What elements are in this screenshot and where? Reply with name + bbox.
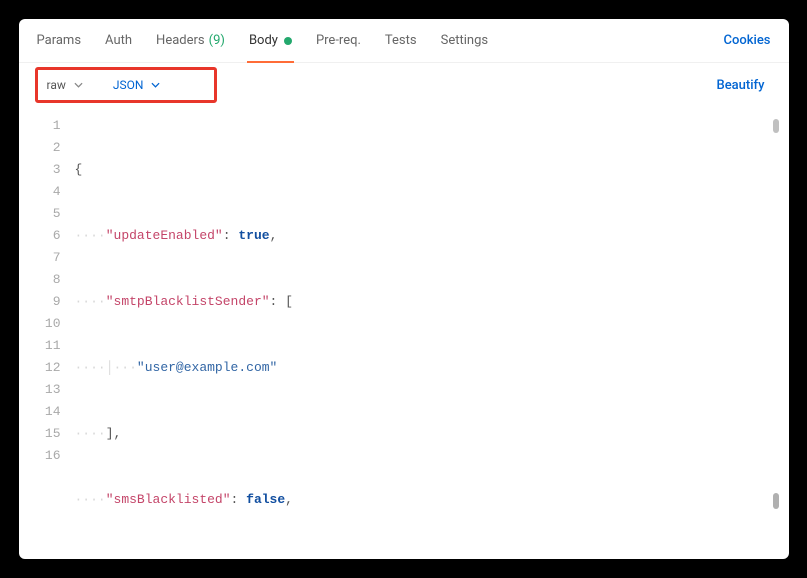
chevron-down-icon (74, 82, 83, 88)
code-editor[interactable]: 1 2 3 4 5 6 7 8 9 10 11 12 13 14 15 16 {… (19, 107, 789, 559)
body-subrow: raw JSON Beautify (19, 63, 789, 107)
app-frame: Params Auth Headers(9) Body Pre-req. Tes… (19, 19, 789, 559)
request-tabs: Params Auth Headers(9) Body Pre-req. Tes… (19, 19, 789, 63)
body-lang-dropdown[interactable]: JSON (99, 70, 171, 100)
tab-params[interactable]: Params (25, 19, 94, 62)
chevron-down-icon (151, 82, 160, 88)
scrollbar-thumb[interactable] (773, 119, 779, 133)
body-mode-dropdown[interactable]: raw (33, 70, 93, 100)
code-content[interactable]: { ····"updateEnabled": true, ····"smtpBl… (75, 115, 789, 559)
tab-prereq[interactable]: Pre-req. (304, 19, 373, 62)
headers-count: (9) (209, 33, 225, 48)
unsaved-dot-icon (284, 37, 292, 45)
tab-auth[interactable]: Auth (93, 19, 144, 62)
line-gutter: 1 2 3 4 5 6 7 8 9 10 11 12 13 14 15 16 (19, 115, 75, 559)
tab-tests[interactable]: Tests (373, 19, 429, 62)
tab-body[interactable]: Body (237, 19, 304, 62)
scrollbar-thumb[interactable] (773, 493, 779, 509)
tab-headers[interactable]: Headers(9) (144, 19, 237, 62)
cookies-link[interactable]: Cookies (712, 33, 783, 48)
tab-settings[interactable]: Settings (429, 19, 500, 62)
beautify-link[interactable]: Beautify (698, 78, 782, 93)
